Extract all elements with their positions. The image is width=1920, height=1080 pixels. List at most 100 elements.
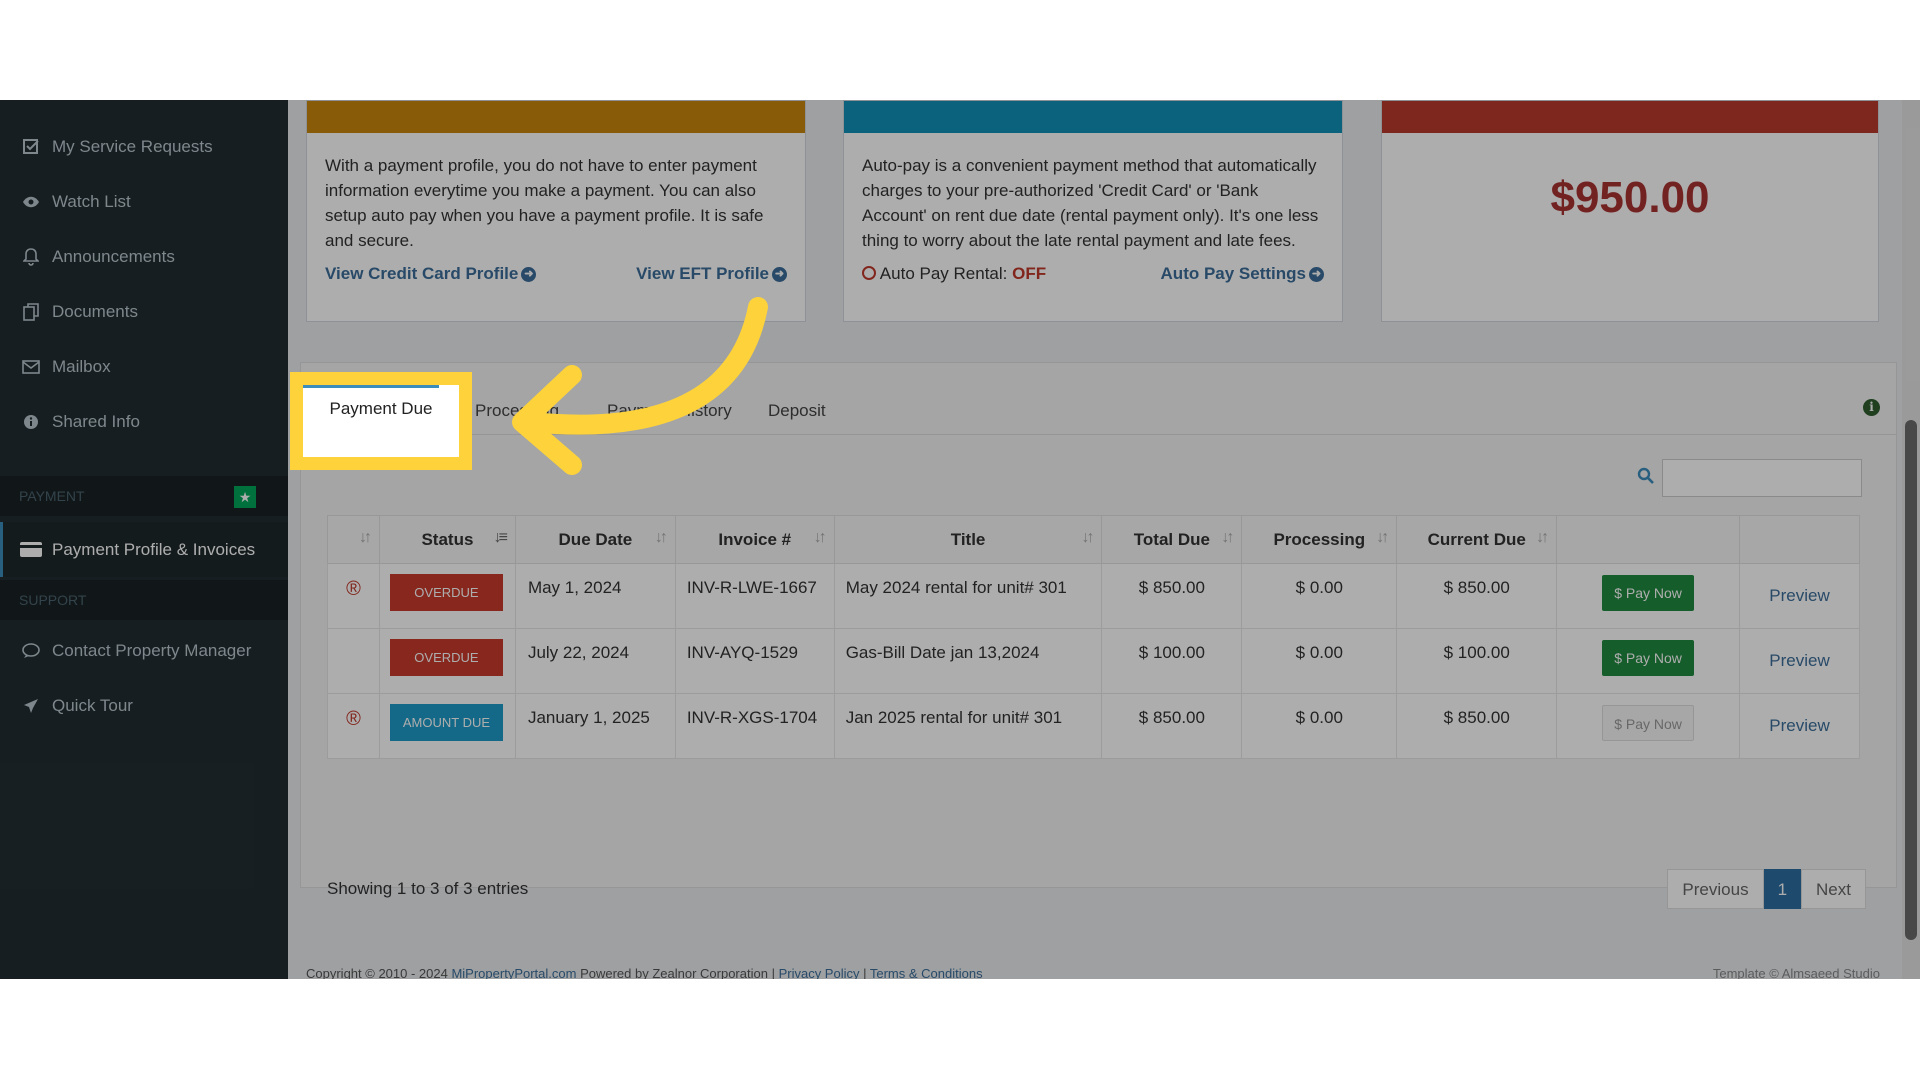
auto-pay-status: Auto Pay Rental: OFF [862,264,1046,284]
sidebar-item-my-service-requests[interactable]: My Service Requests [0,119,288,174]
sidebar-header-label: PAYMENT [19,488,85,504]
page-1-button[interactable]: 1 [1763,869,1802,909]
site-link[interactable]: MiPropertyPortal.com [451,966,576,979]
card-links: View Credit Card Profile ➜ View EFT Profi… [325,264,787,284]
sort-desc-icon: ↓≡ [493,529,508,546]
highlighted-tab-label[interactable]: Payment Due [303,399,459,419]
sidebar-item-mailbox[interactable]: Mailbox [0,339,288,394]
card-description: Auto-pay is a convenient payment method … [862,156,1319,250]
column-header[interactable]: ↓↑ [327,515,380,564]
header-label: Title [950,529,986,549]
sidebar-item-contact-property-manager[interactable]: Contact Property Manager [0,623,288,678]
processing-cell: $ 0.00 [1241,693,1398,759]
sidebar-item-shared-info[interactable]: Shared Info [0,394,288,449]
terms-link[interactable]: Terms & Conditions [870,966,983,979]
star-icon[interactable]: ★ [234,486,256,508]
view-credit-card-profile-link[interactable]: View Credit Card Profile ➜ [325,264,537,284]
payment-profile-card: With a payment profile, you do not have … [306,100,806,322]
sidebar-item-documents[interactable]: Documents [0,284,288,339]
due-date-cell: January 1, 2025 [514,693,676,759]
sidebar-item-label: Documents [52,301,138,321]
sidebar-item-label: Watch List [52,191,131,211]
tab-payment-history[interactable]: Payment History [607,401,732,421]
card-header [1382,101,1878,133]
column-header-title[interactable]: Title ↓↑ [833,515,1103,564]
sort-icon: ↓↑ [654,529,668,546]
scrollbar[interactable] [1902,100,1920,979]
auto-pay-card: Auto-pay is a convenient payment method … [843,100,1343,322]
current-due-cell: $ 100.00 [1396,628,1558,694]
arrow-circle-right-icon: ➜ [1309,267,1324,283]
info-icon [20,411,42,433]
title-cell: Gas-Bill Date jan 13,2024 [833,628,1103,694]
preview-link[interactable]: Preview [1769,586,1829,605]
column-header-due-date[interactable]: Due Date ↓↑ [514,515,676,564]
info-circle-icon[interactable]: i [1863,399,1880,416]
preview-link[interactable]: Preview [1769,651,1829,670]
tab-label: Deposit [768,401,826,420]
scrollbar-thumb[interactable] [1905,420,1917,940]
column-header-pay [1556,515,1741,564]
invoice-table: ↓↑ Status ↓≡ Due Date ↓↑ Invoice # ↓↑ Title… [327,515,1860,759]
total-due-cell: $ 100.00 [1101,628,1243,694]
sidebar-item-label: Announcements [52,246,175,266]
registered-icon: ® [346,708,361,730]
preview-link[interactable]: Preview [1769,716,1829,735]
sidebar-item-label: Payment Profile & Invoices [52,539,256,559]
header-label: Due Date [558,529,633,549]
column-header-total-due[interactable]: Total Due ↓↑ [1101,515,1243,564]
current-due-cell: $ 850.00 [1396,693,1558,759]
sidebar-item-label: Mailbox [52,356,111,376]
column-header-current-due[interactable]: Current Due ↓↑ [1396,515,1558,564]
circle-icon [862,266,876,280]
table-header-row: ↓↑ Status ↓≡ Due Date ↓↑ Invoice # ↓↑ Title… [327,515,1860,564]
overdue-amount: $950.00 [1550,173,1710,222]
current-due-cell: $ 850.00 [1396,563,1558,629]
title-cell: Jan 2025 rental for unit# 301 [833,693,1103,759]
next-page-button[interactable]: Next [1801,869,1866,909]
arrow-circle-right-icon: ➜ [772,267,787,283]
template-credit: Template © Almsaeed Studio [1712,966,1880,979]
column-header-status[interactable]: Status ↓≡ [378,515,516,564]
header-label: Current Due [1427,529,1526,549]
status-badge: OVERDUE [389,574,503,611]
search-input[interactable] [1662,459,1862,497]
sidebar-item-payment-profile[interactable]: Payment Profile & Invoices [0,522,288,577]
invoice-cell: INV-R-XGS-1704 [674,693,835,759]
pay-now-button[interactable]: $ Pay Now [1602,575,1695,611]
tab-deposit[interactable]: Deposit [768,401,826,421]
pay-now-button[interactable]: $ Pay Now [1602,640,1695,676]
column-header-invoice[interactable]: Invoice # ↓↑ [674,515,835,564]
sidebar-header-support: SUPPORT [0,580,288,620]
sidebar-item-label: My Service Requests [52,136,213,156]
previous-page-button[interactable]: Previous [1667,869,1764,909]
title-cell: May 2024 rental for unit# 301 [833,563,1103,629]
column-header-processing[interactable]: Processing ↓↑ [1241,515,1398,564]
bell-icon [20,246,42,268]
pay-now-button-disabled: $ Pay Now [1602,705,1695,741]
link-label: Auto Pay Settings [1160,264,1306,283]
table-row: OVERDUE July 22, 2024 INV-AYQ-1529 Gas-B… [327,628,1860,694]
sort-icon: ↓↑ [1221,529,1234,546]
card-header [307,101,805,133]
sidebar-item-label: Quick Tour [52,695,133,715]
sort-icon: ↓↑ [358,529,372,546]
tab-processing[interactable]: Processing [475,401,559,421]
invoice-cell: INV-R-LWE-1667 [674,563,835,629]
header-label: Total Due [1133,529,1210,549]
sidebar-item-announcements[interactable]: Announcements [0,229,288,284]
eye-icon [20,191,42,213]
sidebar-item-watch-list[interactable]: Watch List [0,174,288,229]
auto-pay-settings-link[interactable]: Auto Pay Settings ➜ [1161,264,1324,284]
view-eft-profile-link[interactable]: View EFT Profile ➜ [636,264,787,284]
plane-icon [20,695,42,717]
privacy-policy-link[interactable]: Privacy Policy [779,966,860,979]
invoice-tabs: Payment Due Processing Payment History D… [301,393,1896,436]
sidebar-item-quick-tour[interactable]: Quick Tour [0,678,288,733]
overdue-card: $950.00 [1381,100,1879,322]
sort-icon: ↓↑ [1081,529,1094,546]
link-label: View Credit Card Profile [325,264,519,283]
tab-label: Processing [475,401,560,420]
auto-pay-status-value: OFF [1012,264,1047,283]
copyright-text: Copyright © 2010 - 2024 [306,966,448,979]
